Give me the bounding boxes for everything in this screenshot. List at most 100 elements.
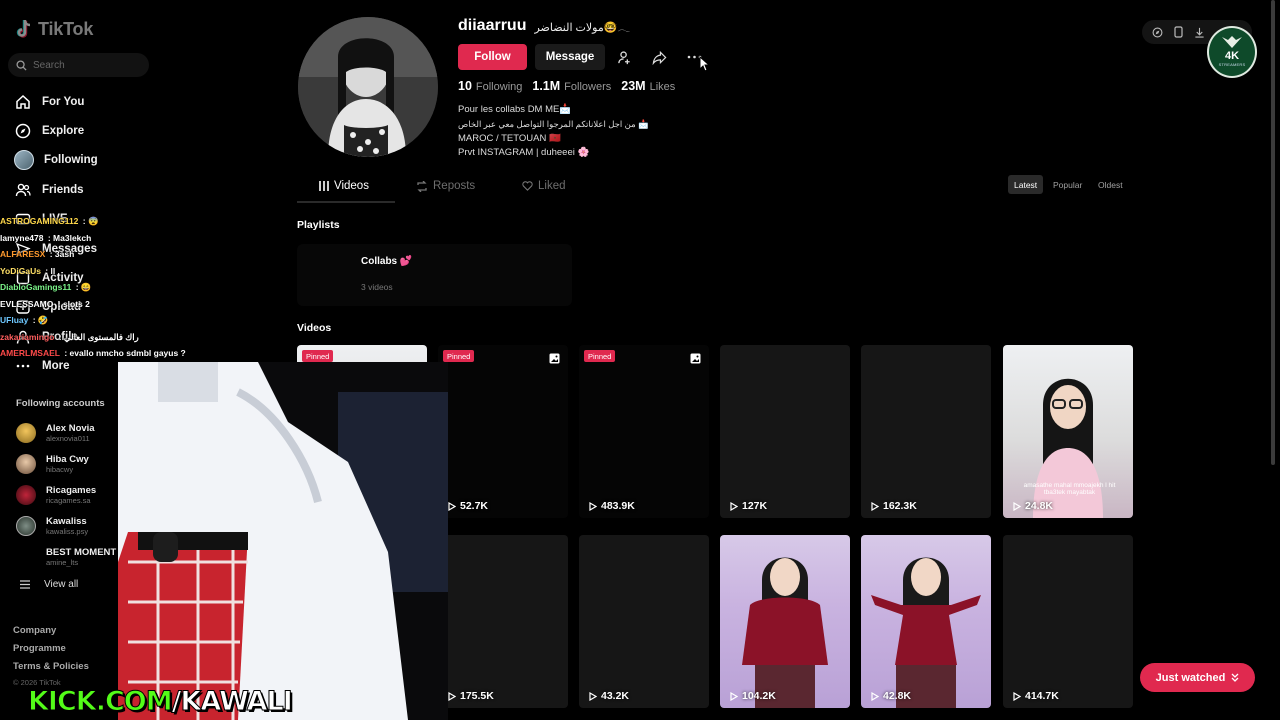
tab-reposts[interactable]: Reposts [416,180,475,192]
follow-button[interactable]: Follow [458,44,527,70]
eagle-icon [1222,36,1242,48]
videos-heading: Videos [297,322,332,334]
chat-message: UFluay : 🤣 [0,315,49,325]
sidebar-item-friends[interactable]: Friends [14,175,164,204]
footer-link-terms[interactable]: Terms & Policies [13,658,89,676]
profile-photo [298,17,438,157]
add-friend-button[interactable] [613,46,635,68]
account-handle: kawaliss.psy [46,526,89,536]
sort-oldest[interactable]: Oldest [1092,175,1129,194]
tab-liked[interactable]: Liked [522,180,566,192]
account-handle: hibacwy [46,465,74,475]
chat-message: zakariamingo : راك فالمستوى العالي [0,331,139,342]
video-thumbnail [742,557,828,708]
chat-user: zakariamingo [0,331,55,342]
phone-icon[interactable] [1174,26,1183,38]
avatar [16,546,36,567]
stat-following[interactable]: 10 Following [458,79,522,93]
following-account-item[interactable]: Hiba Cwy hibacwy [16,449,116,480]
chat-text: slots 2 [62,298,90,309]
sort-latest[interactable]: Latest [1008,175,1044,194]
list-icon [20,580,30,589]
view-count-label: 162.3K [883,500,917,512]
tiktok-logo[interactable]: TikTok [16,18,93,40]
profile-avatar[interactable] [298,17,438,157]
chat-user: EVLESSAMO [0,298,54,309]
video-card[interactable]: Pinned 483.9K [579,345,709,518]
search-icon [16,59,27,71]
following-avatar [14,150,34,171]
friends-icon [14,181,32,199]
account-name: Hiba Cwy [46,454,89,466]
video-card[interactable]: 414.7K [1003,535,1133,708]
view-all-link[interactable]: View all [20,579,78,590]
tiktok-note-icon [16,19,31,38]
stat-value: 10 [458,79,472,93]
sidebar-item-explore[interactable]: Explore [14,116,164,145]
account-name: Ricagames [46,484,97,496]
video-card[interactable]: 175.5K [438,535,568,708]
download-icon[interactable] [1194,27,1205,38]
sidebar-item-for-you[interactable]: For You [14,87,164,116]
view-count: 52.7K [448,500,488,512]
compass-icon[interactable] [1152,27,1163,38]
stat-value: 1.1M [532,79,561,93]
stat-label: Likes [649,81,676,93]
following-account-item[interactable]: Alex Novia alexnovia011 [16,418,116,449]
video-card[interactable]: 127K [720,345,850,518]
streamer-webcam-overlay [118,362,448,720]
bio-line: Pour les collabs DM ME📩 [458,104,572,115]
following-account-item[interactable]: Kawaliss kawaliss.psy [16,510,116,541]
account-name: BEST MOMENT [46,546,117,558]
chevrons-down-icon [1231,673,1239,682]
video-card[interactable]: 104.2K [720,535,850,708]
webcam-feed [118,362,448,720]
video-card[interactable]: 162.3K [861,345,991,518]
tab-videos[interactable]: Videos [319,180,369,192]
compass-icon [14,122,32,140]
chat-text: راك فالمستوى العالي [63,331,139,342]
view-count-label: 104.2K [742,690,776,702]
playlist-card[interactable]: Collabs 💕 3 videos [297,244,572,306]
video-card[interactable]: amasathe mahal mmoajekh l hit tba3tek ma… [1003,345,1133,518]
account-name: Alex Novia [46,423,95,435]
view-count-label: 483.9K [601,500,635,512]
search-input[interactable] [33,59,143,71]
bio-line: Prvt INSTAGRAM | duheeei 🌸 [458,146,590,158]
sidebar-item-label: For You [42,95,85,108]
message-button[interactable]: Message [535,44,605,70]
chat-message: lamyne478 : Ma3lekch [0,232,92,243]
search-box[interactable] [8,53,149,77]
video-card[interactable]: Pinned 52.7K [438,345,568,518]
footer-link-company[interactable]: Company [13,622,89,640]
avatar [16,515,36,536]
view-count: 24.8K [1013,500,1053,512]
page-scrollbar[interactable] [1271,0,1275,465]
stat-followers[interactable]: 1.1M Followers [532,79,611,93]
following-accounts-title: Following accounts [16,398,105,409]
play-icon [730,691,738,701]
sort-popular[interactable]: Popular [1047,175,1088,194]
video-thumbnail [871,557,981,708]
view-count-label: 414.7K [1025,690,1059,702]
play-icon [871,691,879,701]
sidebar-item-following[interactable]: Following [14,146,164,175]
video-card[interactable]: 42.8K [861,535,991,708]
stat-likes: 23M Likes [621,79,675,93]
following-accounts-list: Alex Novia alexnovia011 Hiba Cwy hibacwy R… [16,418,116,572]
mouse-cursor-icon [699,56,709,72]
chat-message: EVLESSAMO : slots 2 [0,298,90,309]
avatar [16,484,36,505]
following-account-item[interactable]: Ricagames ricagames.sa [16,480,116,511]
following-account-item[interactable]: BEST MOMENT amine_lts [16,541,116,572]
photo-carousel-icon [690,353,701,364]
chat-text: Ma3lekch [53,232,92,243]
share-button[interactable] [648,46,670,68]
video-card[interactable]: 43.2K [579,535,709,708]
profile-name-row: diiaarruu مولات النضاضر🤓𓂃 [458,16,630,35]
grid-icon [319,181,329,191]
bio-line: من اجل اعلاناتكم المرجوا التواصل معي عبر… [458,119,649,130]
footer-link-programme[interactable]: Programme [13,640,89,658]
just-watched-button[interactable]: Just watched [1140,663,1255,692]
chat-user: ASTROGAMING112 [0,216,79,226]
